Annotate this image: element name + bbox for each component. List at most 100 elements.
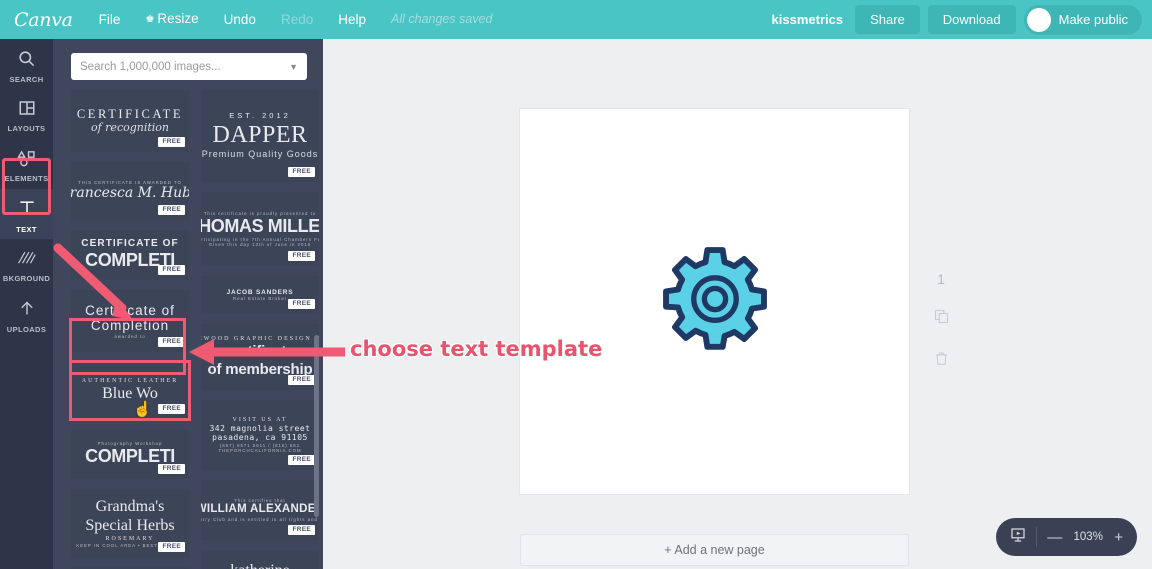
free-badge: FREE xyxy=(288,374,315,385)
sidebar-item-text[interactable]: TEXT xyxy=(0,189,53,239)
duplicate-icon[interactable] xyxy=(934,309,949,329)
template-line: certificate xyxy=(225,342,295,360)
template-thumb-katherine-schmidt[interactable]: katherineschmidtBEAUTICIANhello@katiesch… xyxy=(201,550,319,569)
template-thumb-dapper-est-2012[interactable]: EST. 2012 DAPPER Premium Quality Goods FREE xyxy=(201,90,319,182)
menu-resize-label: Resize xyxy=(157,11,199,26)
brand-name: kissmetrics xyxy=(771,12,844,27)
make-public-toggle[interactable]: Make public xyxy=(1023,4,1142,35)
free-badge: FREE xyxy=(158,541,185,552)
template-thumb-jacob-sanders[interactable]: JACOB SANDERS Real Estate Broker FREE xyxy=(201,276,319,314)
zoom-controls: — 103% + xyxy=(996,518,1137,556)
zoom-value: 103% xyxy=(1073,531,1103,543)
mouse-cursor-icon: ☝ xyxy=(133,401,152,418)
sidebar-label-uploads: UPLOADS xyxy=(6,324,47,334)
template-thumb-certificate-recognition[interactable]: CERTIFICATE of recognition FREE xyxy=(71,90,189,152)
template-line: Given this day 13th of June in 2016 xyxy=(208,242,312,248)
template-thumb-photography-workshop[interactable]: Photography Workshop COMPLETI FREE xyxy=(71,429,189,479)
free-badge: FREE xyxy=(288,250,315,261)
search-input[interactable] xyxy=(80,60,290,73)
template-line: Grandma's xyxy=(95,498,165,516)
template-line: pasadena, ca 91105 xyxy=(212,433,308,443)
template-thumb-francesca-award[interactable]: THIS CERTIFICATE IS AWARDED TOFrancesca … xyxy=(71,162,189,220)
template-column-left: CERTIFICATE of recognition FREE THIS CERTIF… xyxy=(69,90,191,569)
template-line: Certificate of xyxy=(85,302,175,318)
background-icon xyxy=(17,250,36,271)
template-line: WILLIAM ALEXANDER xyxy=(201,503,319,516)
template-line: Premium Quality Goods xyxy=(201,149,319,160)
text-template-panel: ▼ CERTIFICATEof recognitionFREETHIS CERT… xyxy=(53,39,323,569)
chevron-down-icon[interactable]: ▼ xyxy=(289,62,298,72)
callout-label: choose text template xyxy=(350,337,603,361)
sidebar-item-layouts[interactable]: LAYOUTS xyxy=(0,89,53,139)
search-icon xyxy=(17,49,36,72)
template-line: Francesca M. Hubb xyxy=(71,185,189,202)
zoom-out-button[interactable]: — xyxy=(1047,530,1062,545)
template-line: AUTHENTIC LEATHER xyxy=(81,377,179,384)
template-line: Real Estate Broker xyxy=(232,296,288,302)
download-button[interactable]: Download xyxy=(927,5,1016,34)
sidebar-item-bkground[interactable]: BKGROUND xyxy=(0,239,53,289)
free-badge: FREE xyxy=(288,166,315,177)
free-badge: FREE xyxy=(158,136,185,147)
template-line: THIS CERTIFICATE IS AWARDED TO xyxy=(78,180,182,186)
template-line: katherine xyxy=(230,562,290,569)
presentation-icon[interactable] xyxy=(1010,527,1026,548)
template-line: This certifies that xyxy=(234,498,286,504)
gear-artwork[interactable] xyxy=(520,109,909,494)
template-line: 342 magnolia street xyxy=(209,424,311,434)
free-badge: FREE xyxy=(288,524,315,535)
elements-icon xyxy=(16,149,37,171)
free-badge: FREE xyxy=(158,204,185,215)
template-line: THEPORCHCALIFORNIA.COM xyxy=(218,447,302,453)
template-thumb-certificate-of-completion-bold[interactable]: CERTIFICATE OF COMPLETI FREE xyxy=(71,230,189,280)
template-line: is a Member of the Holland Country Club … xyxy=(201,516,319,522)
template-thumb-blue-wolf-leather[interactable]: AUTHENTIC LEATHER Blue Wo FREE ☝ xyxy=(69,360,191,421)
sidebar-item-elements[interactable]: ELEMENTS xyxy=(0,139,53,189)
save-status: All changes saved xyxy=(391,12,493,26)
free-badge: FREE xyxy=(158,336,185,347)
search-box[interactable]: ▼ xyxy=(71,53,307,80)
gear-icon xyxy=(662,246,767,350)
free-badge: FREE xyxy=(158,264,185,275)
template-line: Special Herbs xyxy=(85,516,175,534)
make-public-label: Make public xyxy=(1058,12,1128,27)
menu-undo[interactable]: Undo xyxy=(224,0,256,39)
template-line: RIDGEWOOD GRAPHIC DESIGN UNION xyxy=(201,335,319,342)
left-icon-rail: SEARCH LAYOUTS ELEMENTS TEXT BKGROUND UP… xyxy=(0,39,53,569)
sidebar-label-elements: ELEMENTS xyxy=(4,174,49,183)
free-badge: FREE xyxy=(288,454,315,465)
page-number: 1 xyxy=(937,271,945,287)
artboard-page-1[interactable] xyxy=(520,109,909,494)
template-column-right: EST. 2012 DAPPER Premium Quality Goods FREE… xyxy=(201,90,319,569)
menu-help[interactable]: Help xyxy=(338,0,366,39)
template-line: EST. 2012 xyxy=(229,111,291,121)
template-line: CERTIFICATE xyxy=(76,107,184,122)
panel-scrollbar[interactable] xyxy=(314,335,319,517)
menu-file[interactable]: File xyxy=(99,0,121,39)
canva-editor-window: Canva File ♚ Resize Undo Redo Help All ch… xyxy=(0,0,1152,569)
crown-icon: ♚ xyxy=(145,14,155,25)
template-line: Photography Workshop xyxy=(97,440,163,446)
zoom-divider xyxy=(1036,527,1038,547)
sidebar-item-uploads[interactable]: UPLOADS xyxy=(0,289,53,339)
canva-logo[interactable]: Canva xyxy=(14,9,73,31)
sidebar-item-search[interactable]: SEARCH xyxy=(0,39,53,89)
template-thumb-thomas-miller[interactable]: This certificate is proudly presented to… xyxy=(201,192,319,266)
template-thumb-certificate-of-membership[interactable]: RIDGEWOOD GRAPHIC DESIGN UNIONcertificat… xyxy=(201,324,319,390)
zoom-in-button[interactable]: + xyxy=(1114,530,1123,545)
page-tools: 1 xyxy=(921,271,961,371)
add-new-page-button[interactable]: + Add a new page xyxy=(520,534,909,566)
trash-icon[interactable] xyxy=(935,351,948,371)
free-badge: FREE xyxy=(288,298,315,309)
template-line: awarded to xyxy=(114,334,146,340)
template-thumb-certificate-of-completion-light[interactable]: Certificate of Completion awarded to FREE xyxy=(71,290,189,352)
menu-redo: Redo xyxy=(280,12,314,27)
search-area: ▼ xyxy=(53,39,323,90)
template-thumb-william-alexander[interactable]: This certifies thatWILLIAM ALEXANDERis a… xyxy=(201,480,319,540)
template-thumb-grandmas-special-herbs[interactable]: Grandma's Special Herbs ROSEMARY KEEP IN CO… xyxy=(71,489,189,557)
template-line: CERTIFICATE OF xyxy=(81,238,179,250)
menu-resize[interactable]: ♚ Resize xyxy=(145,0,198,40)
share-button[interactable]: Share xyxy=(855,5,920,34)
template-line: of recognition xyxy=(90,120,170,134)
template-thumb-visit-us-magnolia[interactable]: VISIT US AT 342 magnolia street pasadena, … xyxy=(201,400,319,470)
